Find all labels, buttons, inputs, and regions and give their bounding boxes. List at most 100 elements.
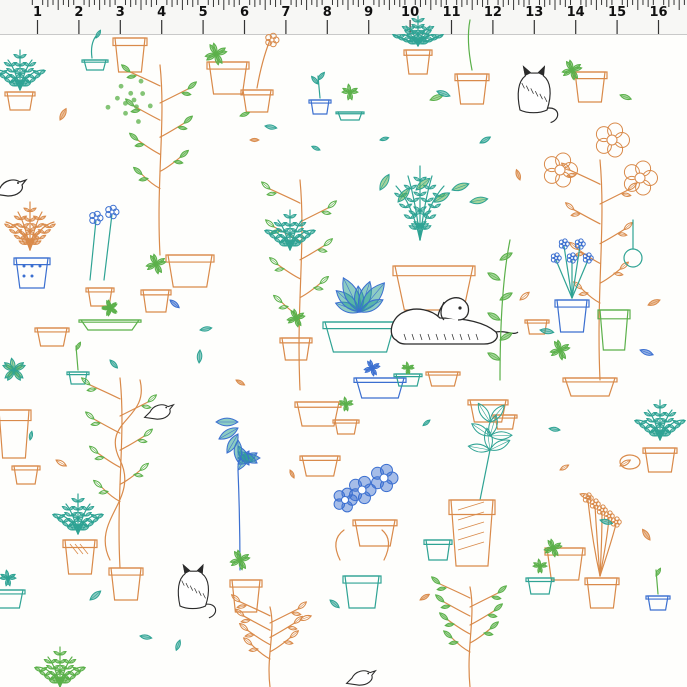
- flower-pot: [525, 577, 555, 595]
- tree-leaf: [230, 594, 241, 603]
- dog: [390, 297, 519, 345]
- tree-leaf: [321, 210, 332, 215]
- pot-rim: [140, 289, 172, 296]
- pot-body: [114, 37, 146, 73]
- flower-center: [109, 209, 115, 215]
- flower-center: [269, 37, 275, 43]
- tree-leaf: [293, 615, 304, 624]
- pot-body: [355, 377, 405, 399]
- tree-leaf: [242, 637, 253, 646]
- bird-eye: [165, 406, 168, 409]
- pot-rim: [562, 377, 618, 383]
- tree-branch: [599, 268, 621, 284]
- tree-leaf: [240, 618, 251, 624]
- tree-leaf: [260, 181, 271, 190]
- fern-leaf: [469, 196, 489, 205]
- tree-branch: [137, 139, 161, 155]
- pot-rim: [165, 254, 215, 263]
- pot-stripe: [79, 543, 89, 555]
- flower-center: [379, 473, 389, 483]
- flower-pot: [332, 419, 360, 435]
- scattered-leaf: [647, 299, 661, 306]
- flower-pot: [81, 59, 109, 71]
- fern-leaf: [451, 182, 470, 192]
- flower-center: [554, 164, 566, 176]
- tree-branch: [119, 401, 149, 417]
- pot-rim: [393, 373, 423, 378]
- pot-rim: [584, 577, 620, 586]
- dog-eye: [458, 306, 462, 310]
- pot-body: [0, 409, 30, 459]
- berry: [123, 110, 128, 116]
- leaf: [95, 29, 102, 39]
- flower-pot: [352, 519, 398, 547]
- pot-body: [344, 575, 380, 609]
- leaf: [264, 124, 278, 130]
- flower-pot: [108, 567, 144, 601]
- flower-center: [578, 242, 582, 246]
- tree-branch: [97, 452, 121, 468]
- berry: [134, 104, 139, 110]
- tree-leaf: [568, 241, 579, 250]
- berry: [118, 83, 124, 89]
- pot-rim: [554, 299, 590, 308]
- berry: [138, 78, 144, 84]
- pot-body: [281, 337, 311, 361]
- tree-leaf: [483, 631, 494, 636]
- palm-leaf: [215, 417, 239, 427]
- dog-head: [437, 297, 470, 321]
- flower-pot: [335, 111, 365, 121]
- tree-leaf: [613, 271, 624, 277]
- tree-leaf: [266, 191, 277, 197]
- tree-leaf: [141, 404, 152, 409]
- tree-branch: [581, 288, 601, 304]
- pot-stripe: [457, 531, 485, 541]
- tree-leaf: [493, 603, 504, 612]
- tree-branch: [243, 615, 271, 631]
- pot-rim: [392, 265, 476, 277]
- bird-body: [345, 669, 377, 686]
- plant-stem: [587, 499, 601, 577]
- tree-leaf: [177, 125, 188, 131]
- cat-tail: [546, 107, 559, 124]
- leaf: [89, 590, 102, 601]
- pot-rim: [425, 371, 461, 376]
- pot-body: [427, 371, 459, 387]
- flower-center: [600, 508, 604, 512]
- tree-branch: [281, 301, 301, 318]
- pot-body: [405, 49, 431, 75]
- tree-branch: [469, 628, 491, 644]
- pot-body: [647, 595, 669, 611]
- flower-pot: [279, 337, 313, 361]
- scattered-leaf: [59, 107, 67, 121]
- pot-body: [0, 589, 24, 609]
- tree-leaf: [566, 172, 577, 178]
- tree-branch: [141, 173, 161, 190]
- tree-trunk: [118, 377, 123, 569]
- tree-branch: [299, 207, 329, 223]
- flower-pot: [448, 499, 496, 567]
- tree-leaf: [289, 630, 300, 639]
- flower-pot: [544, 547, 586, 581]
- plant-stem: [103, 213, 113, 281]
- flower-pot: [34, 327, 70, 347]
- flower-pot: [62, 539, 98, 575]
- tree-leaf: [570, 212, 581, 217]
- scattered-leaf: [289, 469, 295, 479]
- flower-pot: [240, 89, 274, 113]
- pot-rim: [240, 89, 274, 96]
- berry: [123, 100, 128, 106]
- berry: [131, 97, 137, 103]
- pot-rim: [454, 73, 490, 82]
- leaf: [619, 94, 633, 101]
- flower-pot: [140, 289, 172, 313]
- tree-branch: [239, 601, 271, 617]
- bird-eye: [17, 182, 19, 184]
- tree-leaf: [183, 115, 194, 124]
- garden-pattern: [0, 15, 687, 687]
- tree-branch: [159, 88, 189, 104]
- monstera-leaf: [467, 443, 491, 453]
- tree-leaf: [88, 445, 99, 454]
- flower-pot: [0, 589, 26, 609]
- leaf: [199, 326, 213, 332]
